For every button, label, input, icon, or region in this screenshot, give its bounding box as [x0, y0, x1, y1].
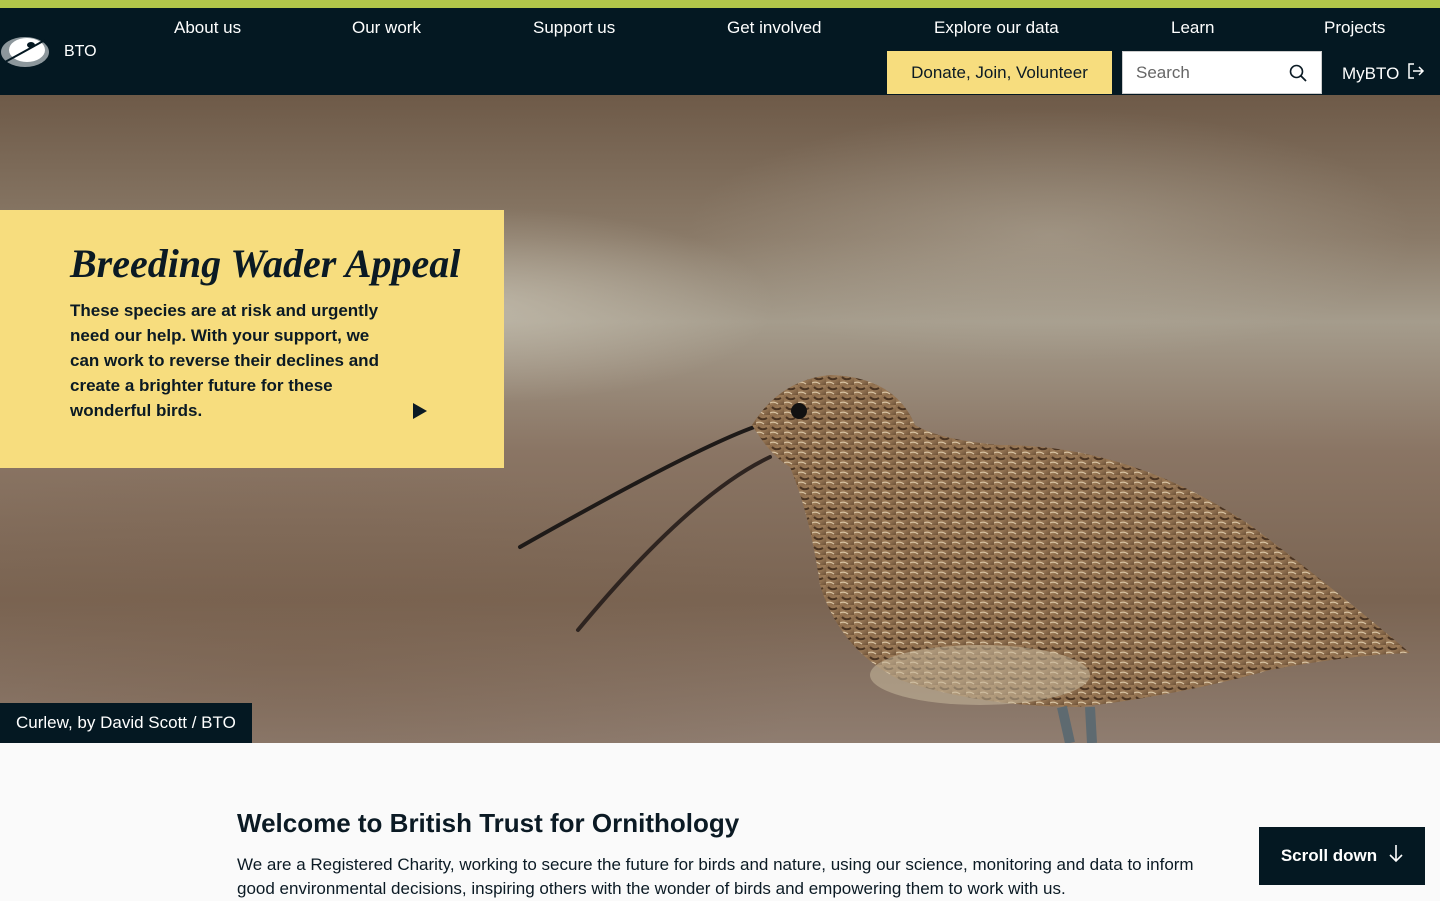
appeal-text: These species are at risk and urgently n… — [70, 301, 379, 420]
brand-name: BTO — [64, 43, 97, 60]
appeal-title: Breeding Wader Appeal — [70, 241, 461, 286]
mybto-link[interactable]: MyBTO — [1342, 63, 1425, 84]
hero-banner: Breeding Wader Appeal These species are … — [0, 95, 1440, 743]
nav-about-us[interactable]: About us — [174, 18, 241, 38]
scroll-down-button[interactable]: Scroll down — [1259, 827, 1425, 885]
mybto-label: MyBTO — [1342, 63, 1400, 83]
site-header: BTO About us Our work Support us Get inv… — [0, 8, 1440, 95]
nav-our-work[interactable]: Our work — [352, 18, 421, 38]
appeal-promo-panel: Breeding Wader Appeal These species are … — [0, 210, 504, 468]
top-accent-stripe — [0, 0, 1440, 8]
search-input[interactable] — [1123, 62, 1283, 83]
welcome-text: We are a Registered Charity, working to … — [237, 855, 1194, 898]
donate-join-volunteer-button[interactable]: Donate, Join, Volunteer — [887, 51, 1112, 94]
search-icon[interactable] — [1289, 64, 1307, 87]
login-icon — [1399, 63, 1425, 84]
nav-projects[interactable]: Projects — [1324, 18, 1385, 38]
main-nav: About us Our work Support us Get involve… — [0, 18, 1440, 40]
welcome-title: Welcome to British Trust for Ornithology — [237, 808, 740, 838]
nav-learn[interactable]: Learn — [1171, 18, 1214, 38]
photo-caption: Curlew, by David Scott / BTO — [0, 703, 252, 743]
nav-support-us[interactable]: Support us — [533, 18, 615, 38]
scroll-down-label: Scroll down — [1280, 846, 1378, 865]
arrow-down-icon — [1377, 844, 1403, 868]
nav-explore-our-data[interactable]: Explore our data — [934, 18, 1059, 38]
play-arrow-icon[interactable] — [413, 403, 427, 424]
search-box — [1122, 51, 1322, 94]
nav-get-involved[interactable]: Get involved — [727, 18, 822, 38]
